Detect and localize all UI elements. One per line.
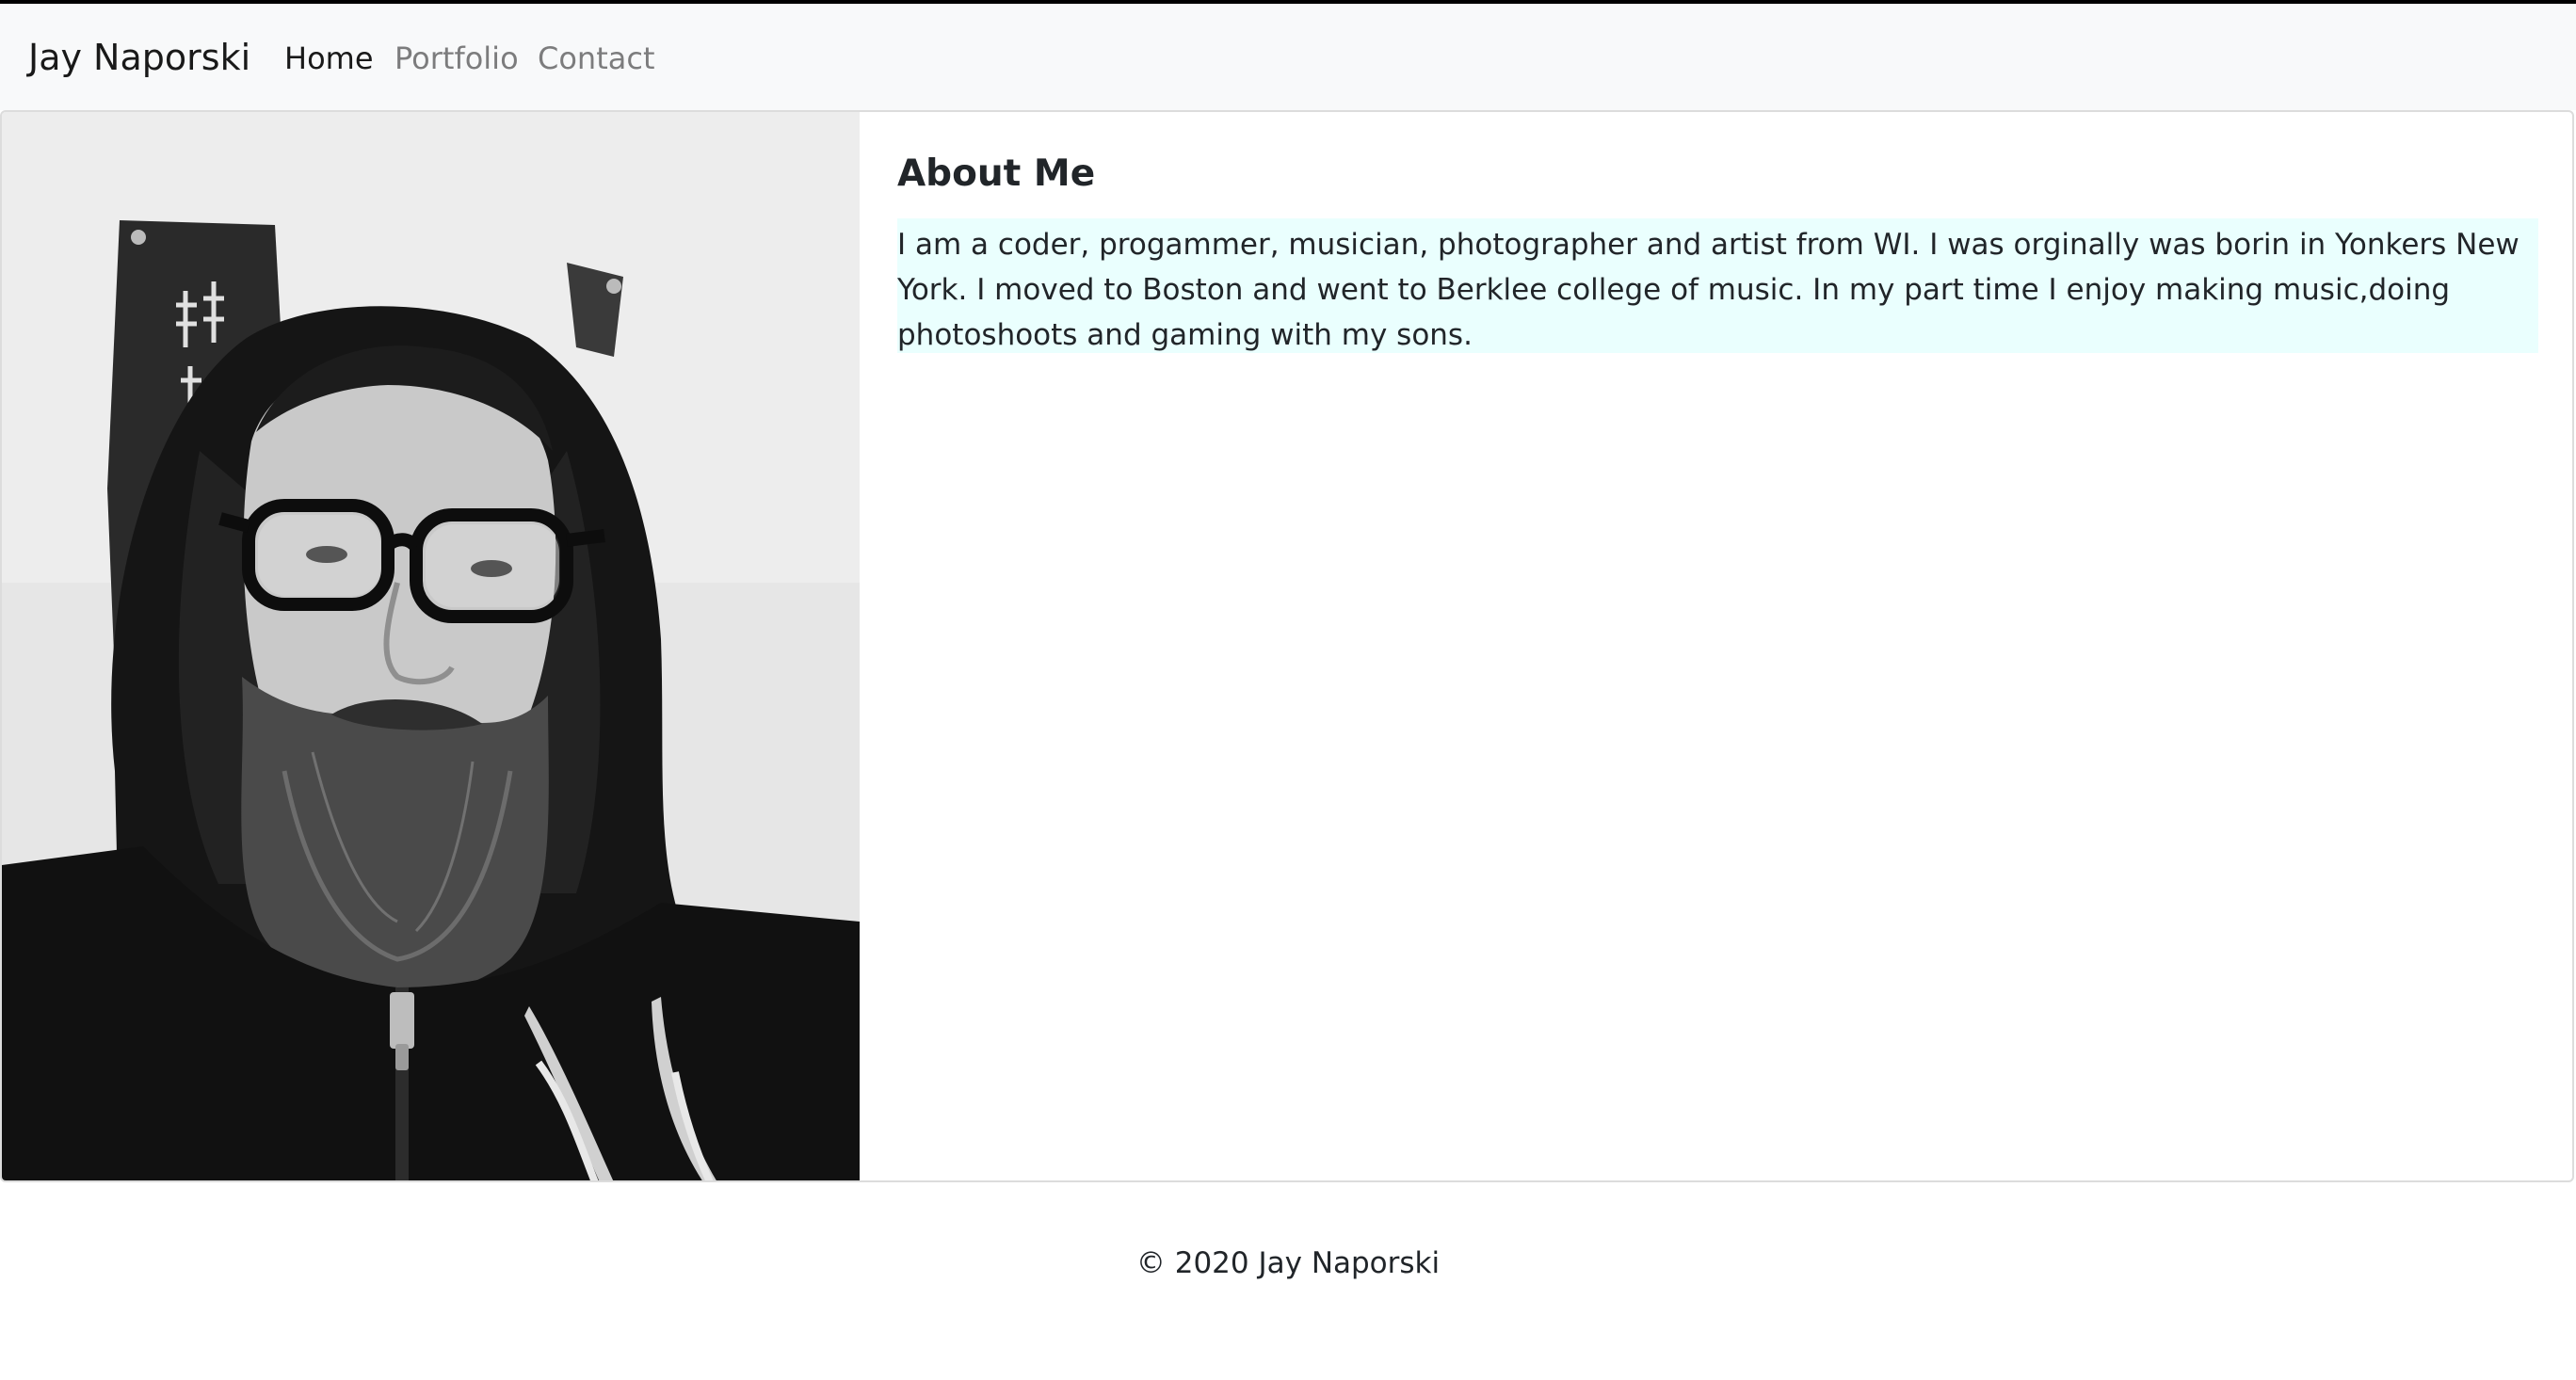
navbar-brand[interactable]: Jay Naporski [28, 36, 250, 79]
nav-link-home[interactable]: Home [284, 40, 374, 77]
navbar: Jay Naporski Home Portfolio Contact [0, 4, 2576, 110]
about-card: About Me I am a coder, progammer, musici… [0, 110, 2574, 1182]
about-description: I am a coder, progammer, musician, photo… [897, 218, 2538, 353]
footer-copyright: © 2020 Jay Naporski [1135, 1246, 1441, 1280]
nav-link-contact[interactable]: Contact [538, 40, 655, 77]
about-title: About Me [897, 152, 1096, 195]
nav-link-portfolio[interactable]: Portfolio [394, 40, 519, 77]
profile-photo [2, 112, 860, 1180]
